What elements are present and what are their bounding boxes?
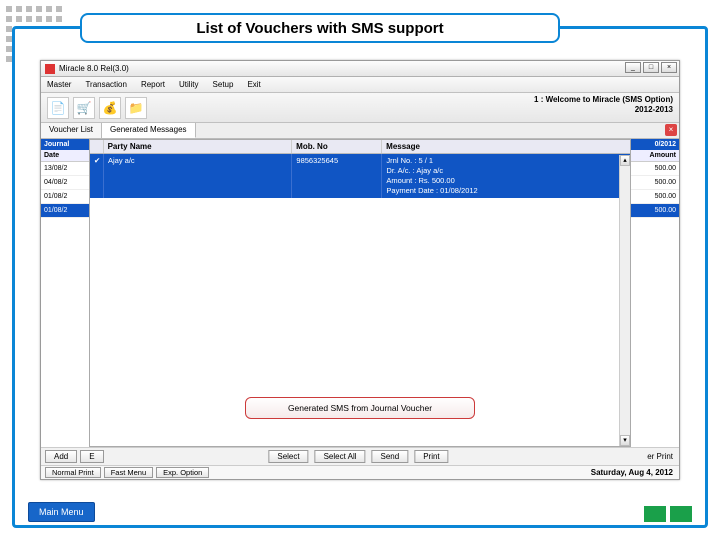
- cart-icon[interactable]: 🛒: [73, 97, 95, 119]
- col-mobile[interactable]: Mob. No: [292, 140, 382, 153]
- menu-report[interactable]: Report: [141, 80, 165, 89]
- app-icon: [45, 64, 55, 74]
- menu-utility[interactable]: Utility: [179, 80, 199, 89]
- app-title: Miracle 8.0 Rel(3.0): [59, 64, 129, 73]
- callout-note: Generated SMS from Journal Voucher: [245, 397, 475, 419]
- exp-option-button[interactable]: Exp. Option: [156, 467, 209, 478]
- main-menu-button[interactable]: Main Menu: [28, 502, 95, 522]
- e-button[interactable]: E: [80, 450, 103, 463]
- date-row-selected[interactable]: 01/08/2: [41, 204, 91, 218]
- toolbar: 📄 🛒 💰 📁 1 : Welcome to Miracle (SMS Opti…: [41, 93, 679, 123]
- status-date: Saturday, Aug 4, 2012: [591, 468, 673, 477]
- send-button[interactable]: Send: [372, 450, 409, 463]
- tabs: Voucher List Generated Messages ×: [41, 123, 679, 139]
- row-message: Jrnl No. : 5 / 1 Dr. A/c. : Ajay a/c Amo…: [382, 154, 630, 198]
- amount-row: 500.00: [627, 190, 679, 204]
- normal-print-button[interactable]: Normal Print: [45, 467, 101, 478]
- journal-header: Journal: [41, 139, 91, 150]
- row-check[interactable]: ✔: [90, 154, 104, 198]
- menu-exit[interactable]: Exit: [247, 80, 260, 89]
- tab-voucher-list[interactable]: Voucher List: [41, 123, 102, 138]
- col-message[interactable]: Message: [382, 140, 630, 153]
- welcome-line1: 1 : Welcome to Miracle (SMS Option): [534, 95, 673, 104]
- prev-arrow-icon[interactable]: [644, 506, 666, 522]
- minimize-button[interactable]: _: [625, 62, 641, 73]
- fast-menu-button[interactable]: Fast Menu: [104, 467, 153, 478]
- menubar: Master Transaction Report Utility Setup …: [41, 77, 679, 93]
- select-button[interactable]: Select: [268, 450, 308, 463]
- date-row[interactable]: 04/08/2: [41, 176, 91, 190]
- amount-row: 500.00: [627, 176, 679, 190]
- menu-setup[interactable]: Setup: [213, 80, 234, 89]
- titlebar: Miracle 8.0 Rel(3.0) _ □ ×: [41, 61, 679, 77]
- app-window: Miracle 8.0 Rel(3.0) _ □ × Master Transa…: [40, 60, 680, 480]
- scroll-up-icon[interactable]: ▴: [620, 155, 630, 166]
- voucher-list-left: Journal Date 13/08/2 04/08/2 01/08/2 01/…: [41, 139, 91, 447]
- next-arrow-icon[interactable]: [670, 506, 692, 522]
- welcome-line2: 2012-2013: [635, 105, 673, 114]
- close-button[interactable]: ×: [661, 62, 677, 73]
- welcome-text: 1 : Welcome to Miracle (SMS Option) 2012…: [534, 95, 673, 115]
- print-button[interactable]: Print: [414, 450, 448, 463]
- folder-icon[interactable]: 📁: [125, 97, 147, 119]
- slide-title: List of Vouchers with SMS support: [80, 13, 560, 43]
- doc-icon[interactable]: 📄: [47, 97, 69, 119]
- tab-generated-messages[interactable]: Generated Messages: [102, 123, 196, 138]
- nav-arrows: [644, 506, 692, 522]
- amount-row-selected: 500.00: [627, 204, 679, 218]
- menu-transaction[interactable]: Transaction: [85, 80, 127, 89]
- date-row[interactable]: 01/08/2: [41, 190, 91, 204]
- amount-row: 500.00: [627, 162, 679, 176]
- tab-close-icon[interactable]: ×: [665, 124, 677, 136]
- col-party[interactable]: Party Name: [104, 140, 293, 153]
- button-row-1: Add E Select Select All Send Print er Pr…: [41, 447, 679, 465]
- voucher-list-right: 0/2012 Amount 500.00 500.00 500.00 500.0…: [627, 139, 679, 447]
- col-check[interactable]: [90, 140, 104, 153]
- add-button[interactable]: Add: [45, 450, 77, 463]
- date-header: Date: [41, 150, 91, 162]
- select-all-button[interactable]: Select All: [315, 450, 366, 463]
- messages-scrollbar[interactable]: ▴ ▾: [619, 155, 630, 446]
- amount-header: Amount: [627, 150, 679, 162]
- row-party: Ajay a/c: [104, 154, 292, 198]
- truncated-button[interactable]: er Print: [647, 452, 673, 461]
- date-row[interactable]: 13/08/2: [41, 162, 91, 176]
- row-mobile: 9856325645: [292, 154, 382, 198]
- button-row-2: Normal Print Fast Menu Exp. Option Satur…: [41, 465, 679, 479]
- workspace: Journal Date 13/08/2 04/08/2 01/08/2 01/…: [41, 139, 679, 447]
- scroll-down-icon[interactable]: ▾: [620, 435, 630, 446]
- message-row-selected[interactable]: ✔ Ajay a/c 9856325645 Jrnl No. : 5 / 1 D…: [90, 154, 630, 198]
- period-header: 0/2012: [627, 139, 679, 150]
- maximize-button[interactable]: □: [643, 62, 659, 73]
- bag-icon[interactable]: 💰: [99, 97, 121, 119]
- menu-master[interactable]: Master: [47, 80, 71, 89]
- messages-header: Party Name Mob. No Message: [90, 140, 630, 154]
